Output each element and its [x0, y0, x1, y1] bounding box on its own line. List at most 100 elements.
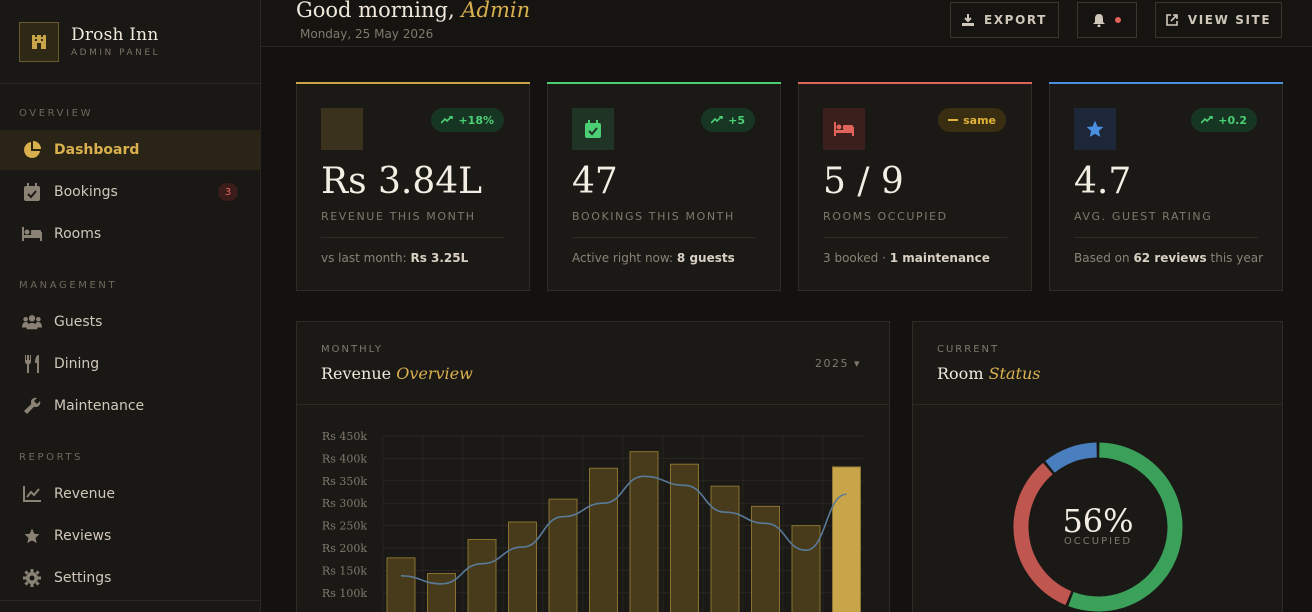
topbar: Good morning, Admin Monday, 25 May 2026 … — [261, 0, 1312, 47]
card-accent — [1049, 82, 1283, 84]
revenue-bar — [386, 557, 416, 612]
castle-logo-icon — [19, 21, 59, 62]
sidebar-item-reviews[interactable]: Reviews — [0, 516, 260, 556]
revenue-bar — [791, 525, 821, 612]
bell-icon — [1093, 13, 1105, 27]
stat-footnote: vs last month: Rs 3.25L — [321, 251, 468, 265]
sidebar-item-label: Settings — [54, 570, 112, 586]
brand-name: Drosh Inn — [71, 25, 159, 45]
delta-value: +5 — [728, 113, 745, 127]
revenue-bar — [832, 466, 861, 612]
sidebar-item-rooms[interactable]: Rooms — [0, 214, 260, 254]
sidebar-item-revenue[interactable]: Revenue — [0, 474, 260, 514]
foot-prefix: Active right now: — [572, 251, 674, 265]
nav-section-overview: OVERVIEW — [19, 108, 94, 119]
stat-label: REVENUE THIS MONTH — [321, 210, 476, 223]
card-divider — [1074, 237, 1258, 238]
star-icon — [1074, 108, 1116, 150]
stat-card-bookings: +5 47 BOOKINGS THIS MONTH Active right n… — [547, 82, 781, 291]
y-tick-label: Rs 150k — [322, 564, 367, 577]
calendar-check-icon — [572, 108, 614, 150]
y-tick-label: Rs 200k — [322, 542, 367, 555]
bed-icon — [823, 108, 865, 150]
foot-bold: 1 maintenance — [889, 251, 990, 265]
sidebar-item-label: Rooms — [54, 226, 102, 242]
rupee-icon — [321, 108, 363, 150]
foot-bold: 62 reviews — [1133, 251, 1207, 265]
line-chart-icon — [22, 484, 42, 504]
bookings-count-badge: 3 — [218, 183, 238, 201]
sidebar-item-label: Revenue — [54, 486, 115, 502]
notification-dot — [1115, 17, 1121, 23]
stat-card-rooms: same 5 / 9 ROOMS OCCUPIED 3 booked · 1 m… — [798, 82, 1032, 291]
y-tick-label: Rs 450k — [322, 430, 367, 443]
pie-chart-icon — [22, 140, 42, 160]
sidebar-item-bookings[interactable]: Bookings 3 — [0, 172, 260, 212]
trend-up-icon — [1201, 116, 1214, 124]
stat-label: AVG. GUEST RATING — [1074, 210, 1213, 223]
stat-footnote: Based on 62 reviews this year — [1074, 251, 1263, 265]
notifications-button[interactable] — [1077, 2, 1137, 38]
users-icon — [22, 312, 42, 332]
brand: Drosh Inn ADMIN PANEL — [0, 0, 260, 84]
revenue-bar — [589, 467, 618, 612]
delta-value: same — [963, 113, 996, 127]
stat-label: BOOKINGS THIS MONTH — [572, 210, 735, 223]
trend-up-icon — [441, 116, 454, 124]
greeting: Good morning, Admin — [296, 0, 530, 22]
stat-footnote: Active right now: 8 guests — [572, 251, 735, 265]
stat-value: 4.7 — [1074, 161, 1132, 202]
wrench-icon — [22, 396, 42, 416]
occupancy-label: OCCUPIED — [1063, 536, 1133, 547]
utensils-icon — [22, 354, 42, 374]
room-status-donut — [1013, 442, 1183, 612]
stat-label: ROOMS OCCUPIED — [823, 210, 948, 223]
delta-value: +18% — [458, 113, 494, 127]
donut-center: 56% OCCUPIED — [1013, 502, 1183, 547]
y-tick-label: Rs 250k — [322, 520, 367, 533]
stat-value: Rs 3.84L — [321, 161, 483, 202]
sidebar-item-label: Guests — [54, 314, 103, 330]
revenue-bar — [670, 463, 699, 612]
y-tick-label: Rs 400k — [322, 452, 367, 465]
sidebar-item-settings[interactable]: Settings — [0, 558, 260, 598]
foot-prefix: vs last month: — [321, 251, 407, 265]
card-accent — [798, 82, 1032, 84]
foot-bold: 8 guests — [676, 251, 735, 265]
star-icon — [22, 526, 42, 546]
sidebar-item-maintenance[interactable]: Maintenance — [0, 386, 260, 426]
sidebar-item-label: Maintenance — [54, 398, 145, 414]
delta-badge: +0.2 — [1191, 108, 1257, 132]
calendar-check-icon — [22, 182, 42, 202]
revenue-bar — [467, 538, 497, 612]
stat-card-rating: +0.2 4.7 AVG. GUEST RATING Based on 62 r… — [1049, 82, 1283, 291]
card-divider — [321, 237, 505, 238]
y-tick-label: Rs 350k — [322, 475, 367, 488]
current-date: Monday, 25 May 2026 — [300, 27, 434, 41]
nav-section-reports: REPORTS — [19, 452, 84, 463]
greeting-text: Good morning, — [296, 0, 455, 22]
trend-up-icon — [711, 116, 723, 124]
sidebar-item-dining[interactable]: Dining — [0, 344, 260, 384]
card-divider — [823, 237, 1007, 238]
nav-section-management: MANAGEMENT — [19, 280, 118, 291]
bed-icon — [22, 224, 42, 244]
sidebar-divider — [0, 600, 260, 601]
foot-bold: Rs 3.25L — [410, 251, 469, 265]
sidebar-item-dashboard[interactable]: Dashboard — [0, 130, 260, 170]
export-button[interactable]: EXPORT — [950, 2, 1059, 38]
sidebar-item-guests[interactable]: Guests — [0, 302, 260, 342]
revenue-bar — [508, 521, 537, 612]
download-icon — [962, 14, 975, 26]
foot-suffix: this year — [1210, 251, 1263, 265]
external-link-icon — [1166, 14, 1178, 26]
delta-badge: +5 — [701, 108, 755, 132]
greeting-user: Admin — [461, 0, 531, 22]
brand-subtitle: ADMIN PANEL — [71, 48, 161, 58]
gear-icon — [22, 568, 42, 588]
card-accent — [547, 82, 781, 84]
stat-value: 5 / 9 — [823, 161, 904, 202]
view-site-button[interactable]: VIEW SITE — [1155, 2, 1282, 38]
occupancy-percent: 56% — [1062, 502, 1134, 540]
main-content: Good morning, Admin Monday, 25 May 2026 … — [261, 0, 1312, 612]
